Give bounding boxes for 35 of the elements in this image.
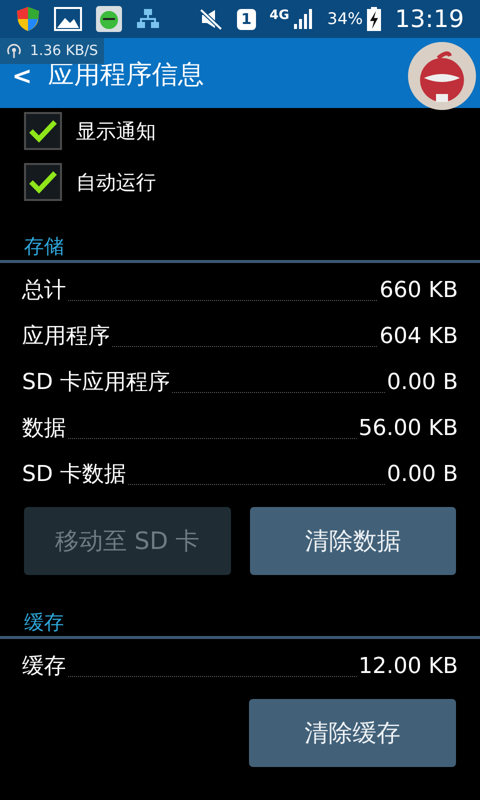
row-label: 应用程序 [22, 323, 110, 351]
row-label: 数据 [22, 415, 66, 443]
signal-icon [293, 8, 314, 30]
shield-icon [16, 6, 40, 32]
row-label: SD 卡应用程序 [22, 369, 170, 397]
battery-charging-icon [366, 7, 381, 31]
checkbox[interactable] [24, 112, 62, 150]
battery-percent: 34% [327, 8, 363, 30]
clock: 13:19 [394, 4, 464, 35]
app-icon [96, 6, 122, 32]
row-label: 缓存 [22, 653, 66, 681]
option-label: 自动运行 [76, 169, 156, 196]
option-label: 显示通知 [76, 118, 156, 145]
row-value: 0.00 B [386, 369, 458, 397]
row-label: SD 卡数据 [22, 461, 126, 489]
section-header: 存储 [0, 231, 480, 263]
row-value: 604 KB [379, 323, 458, 351]
section-header: 缓存 [0, 607, 480, 639]
row-value: 0.00 B [386, 461, 458, 489]
back-button[interactable]: < [12, 64, 32, 88]
row-value: 56.00 KB [358, 415, 458, 443]
network-type: 4G [270, 8, 290, 22]
row-value: 12.00 KB [358, 653, 458, 681]
mute-icon [199, 8, 224, 30]
action-button[interactable]: 清除缓存 [249, 699, 456, 767]
speed-overlay: 1.36 KB/S [0, 38, 104, 64]
sim-indicator: 1 [237, 8, 256, 30]
avatar-icon [408, 42, 476, 110]
image-icon [54, 7, 82, 31]
network-icon [136, 8, 160, 30]
checkbox[interactable] [24, 163, 62, 201]
hotspot-icon [6, 43, 22, 59]
row-label: 总计 [22, 277, 66, 305]
action-button[interactable]: 清除数据 [250, 507, 456, 575]
row-value: 660 KB [379, 277, 458, 305]
